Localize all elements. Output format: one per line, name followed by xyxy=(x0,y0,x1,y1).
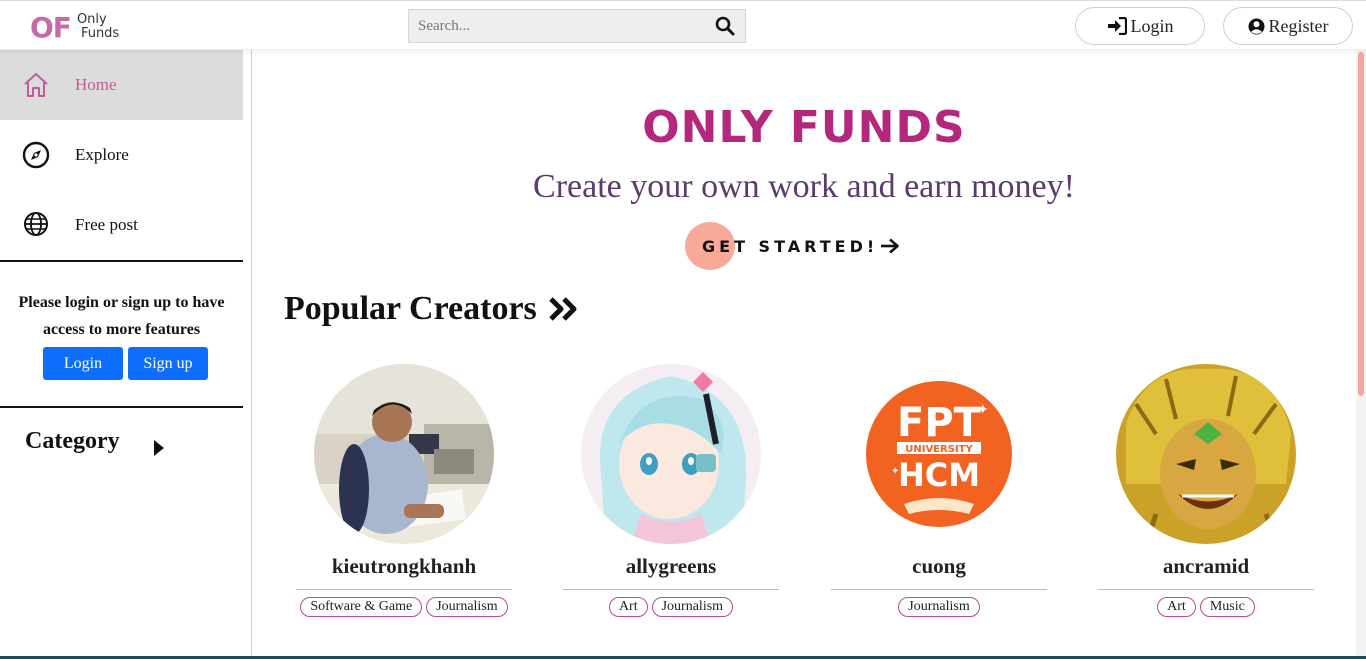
get-started-label: GET STARTED! xyxy=(702,236,879,256)
hero-subtitle: Create your own work and earn money! xyxy=(533,168,1075,205)
creator-tags: Art Journalism xyxy=(563,597,779,617)
main-content: ONLY FUNDS Create your own work and earn… xyxy=(252,50,1356,659)
logo-wordmark: Only Funds xyxy=(77,13,119,41)
search-bar xyxy=(408,9,746,43)
creator-tag[interactable]: Software & Game xyxy=(300,597,423,617)
category-label: Category xyxy=(25,428,120,454)
popular-creators-heading[interactable]: Popular Creators xyxy=(284,290,579,328)
logo-word-funds: Funds xyxy=(80,26,120,41)
sidebar-auth-buttons: Login Sign up xyxy=(0,347,251,380)
svg-text:HCM: HCM xyxy=(898,456,980,494)
double-chevron-right-icon xyxy=(549,297,577,321)
site-logo[interactable]: OF Only Funds xyxy=(30,9,119,45)
creator-card[interactable]: allygreens Art Journalism xyxy=(563,364,779,617)
sidebar: Home Explore Free post Please login or s… xyxy=(0,50,252,659)
creator-tag[interactable]: Journalism xyxy=(426,597,508,617)
scrollbar-thumb[interactable] xyxy=(1358,52,1364,396)
creator-avatar[interactable] xyxy=(581,364,761,544)
page-scrollbar[interactable] xyxy=(1356,50,1366,659)
golden-character-image xyxy=(1116,364,1296,544)
creator-avatar[interactable]: FPT UNIVERSITY HCM ✦ ✦ xyxy=(849,364,1029,544)
office-photo-image xyxy=(314,364,494,544)
search-input[interactable] xyxy=(409,10,705,42)
header-login-button[interactable]: Login xyxy=(1075,7,1205,45)
creator-avatar[interactable] xyxy=(1116,364,1296,544)
creator-card[interactable]: kieutrongkhanh Software & Game Journalis… xyxy=(296,364,512,617)
arrow-right-icon xyxy=(880,238,900,254)
compass-icon xyxy=(22,141,50,169)
creator-tag[interactable]: Art xyxy=(1157,597,1196,617)
popular-creators-list: kieutrongkhanh Software & Game Journalis… xyxy=(296,364,1356,659)
hero-title: ONLY FUNDS xyxy=(642,102,966,153)
creator-tag[interactable]: Music xyxy=(1199,597,1255,617)
svg-text:FPT: FPT xyxy=(897,400,982,446)
svg-text:UNIVERSITY: UNIVERSITY xyxy=(905,444,973,455)
logo-mark: OF xyxy=(30,10,72,44)
sidebar-login-button[interactable]: Login xyxy=(43,347,123,380)
header-register-label: Register xyxy=(1268,15,1329,36)
svg-text:✦: ✦ xyxy=(891,466,899,477)
creator-name: cuong xyxy=(831,554,1047,590)
svg-text:✦: ✦ xyxy=(977,402,989,418)
creator-name: kieutrongkhanh xyxy=(296,554,512,590)
creator-avatar[interactable] xyxy=(314,364,494,544)
sidebar-item-free-post[interactable]: Free post xyxy=(0,190,243,260)
creator-name: ancramid xyxy=(1098,554,1314,590)
creator-tag[interactable]: Journalism xyxy=(651,597,734,617)
sidebar-item-explore[interactable]: Explore xyxy=(0,120,243,190)
creator-name: allygreens xyxy=(563,554,779,590)
search-icon xyxy=(715,16,735,36)
login-prompt-text: Please login or sign up to have access t… xyxy=(18,294,225,338)
search-button[interactable] xyxy=(705,10,745,42)
popular-creators-title: Popular Creators xyxy=(284,290,537,327)
logo-word-only: Only xyxy=(76,12,107,27)
user-circle-icon xyxy=(1248,18,1264,34)
creator-tags: Journalism xyxy=(831,597,1047,617)
get-started-button[interactable]: GET STARTED! xyxy=(685,222,900,270)
top-navbar: OF Only Funds Login Register xyxy=(0,0,1366,50)
fpt-logo-image: FPT UNIVERSITY HCM ✦ ✦ xyxy=(849,364,1029,544)
anime-girl-image xyxy=(581,364,761,544)
creator-card[interactable]: ancramid Art Music xyxy=(1098,364,1314,617)
creator-tags: Art Music xyxy=(1098,597,1314,617)
sidebar-signup-button[interactable]: Sign up xyxy=(128,347,208,380)
creator-card[interactable]: FPT UNIVERSITY HCM ✦ ✦ cuong Journalism xyxy=(831,364,1047,617)
home-icon xyxy=(24,73,48,97)
globe-icon xyxy=(24,212,48,236)
header-login-label: Login xyxy=(1130,15,1174,36)
sidebar-item-home[interactable]: Home xyxy=(0,50,243,120)
creator-tags: Software & Game Journalism xyxy=(296,597,512,617)
creator-tag[interactable]: Journalism xyxy=(898,597,980,617)
category-toggle[interactable]: Category xyxy=(0,408,251,478)
sidebar-item-label: Free post xyxy=(75,215,138,234)
sidebar-item-label: Explore xyxy=(75,145,129,164)
sign-in-icon xyxy=(1107,17,1127,35)
sidebar-item-label: Home xyxy=(75,75,117,94)
header-register-button[interactable]: Register xyxy=(1223,7,1353,45)
creator-tag[interactable]: Art xyxy=(608,597,648,617)
caret-right-icon xyxy=(154,440,164,456)
